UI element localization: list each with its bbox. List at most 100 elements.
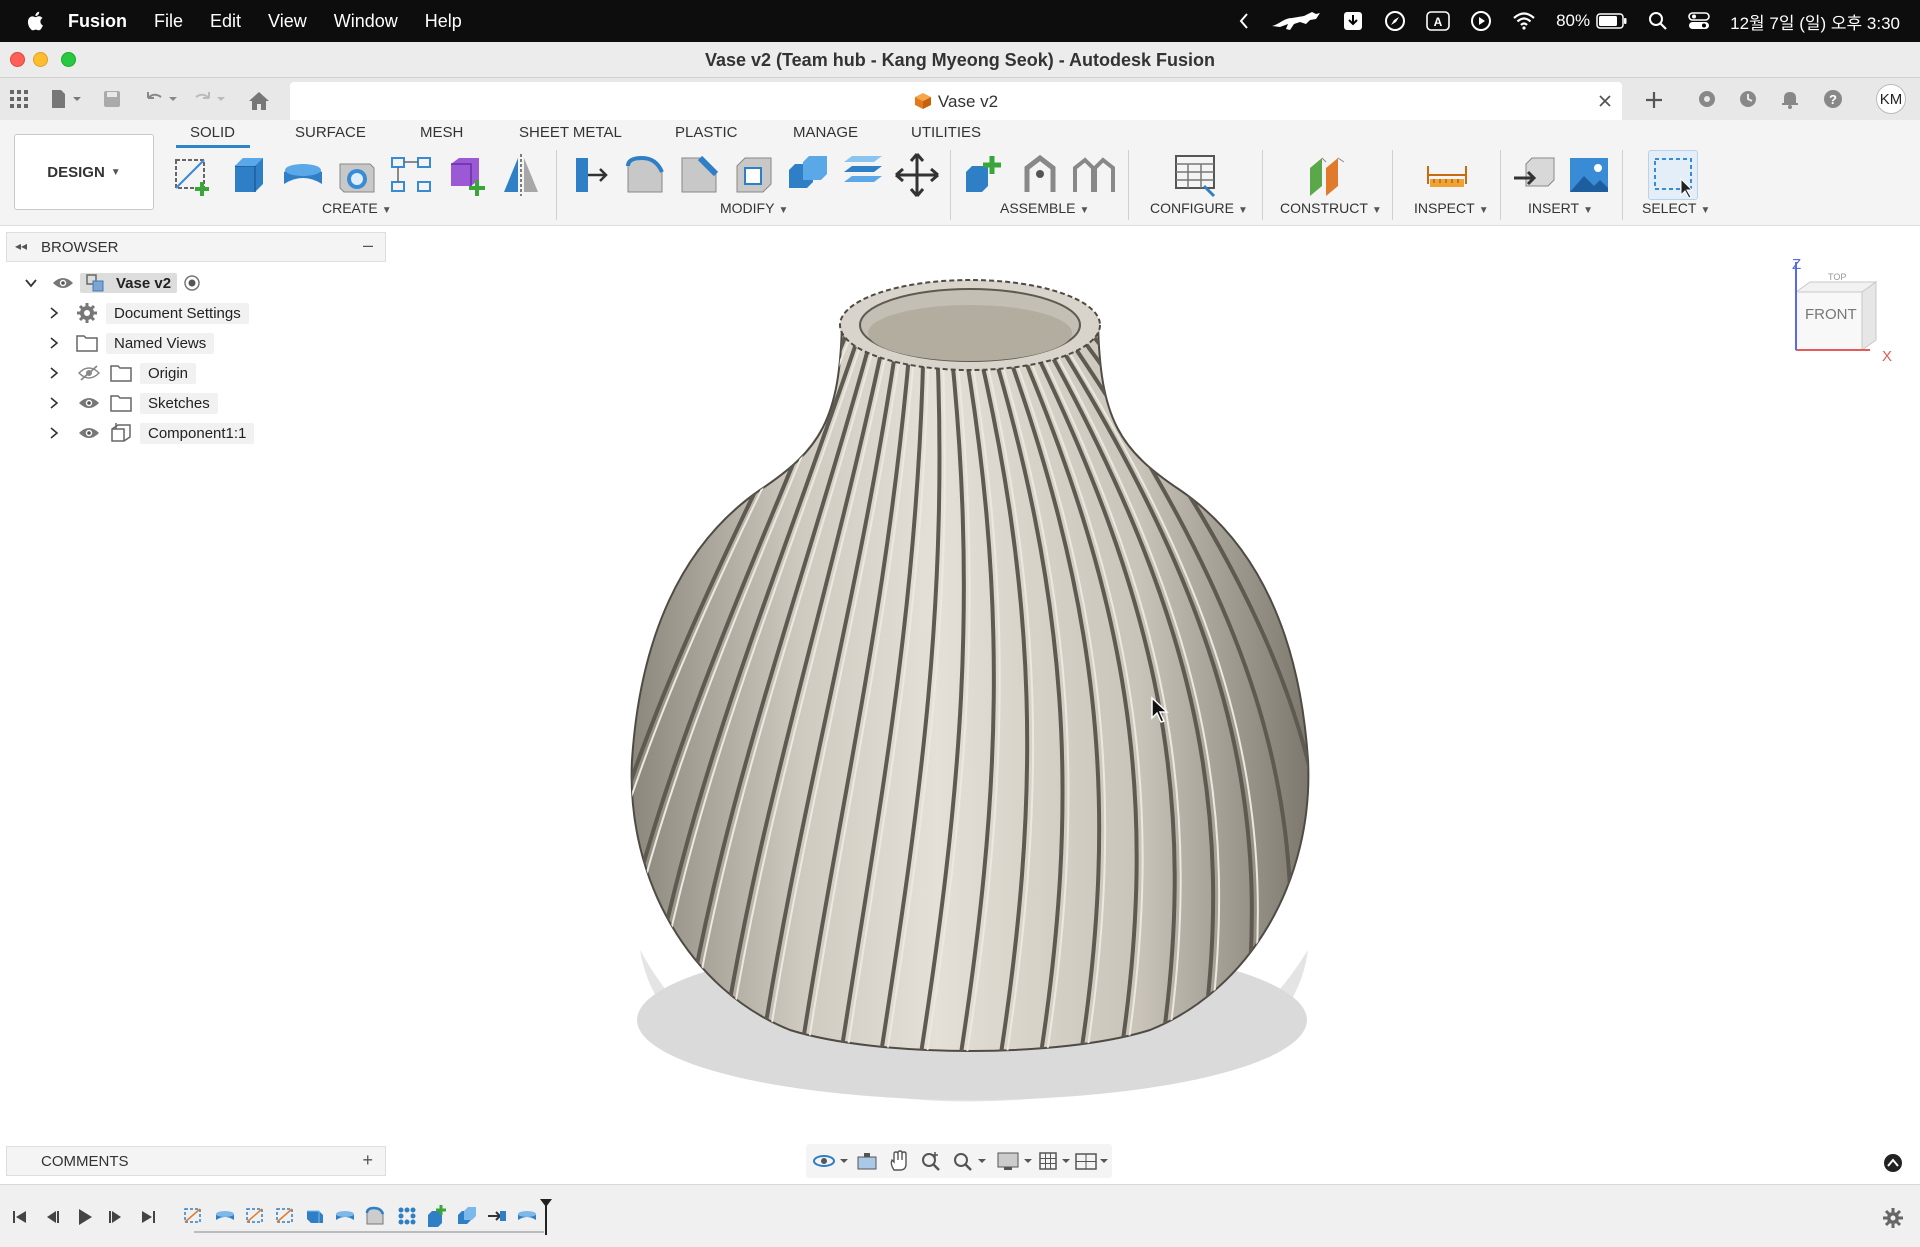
view-cube-top-label[interactable]: TOP [1828, 272, 1846, 282]
canvas-image-icon[interactable] [1566, 152, 1612, 198]
fit-zoom-icon[interactable] [952, 1150, 988, 1172]
menu-app-name[interactable]: Fusion [68, 11, 127, 32]
timeline-revolve-feature-icon[interactable] [516, 1205, 538, 1227]
timeline-sketch-feature-icon[interactable] [244, 1205, 266, 1227]
timeline-pattern-feature-icon[interactable] [396, 1205, 418, 1227]
browser-item-document-settings[interactable]: Document Settings [48, 300, 249, 326]
menu-help[interactable]: Help [425, 11, 462, 32]
play-circle-icon[interactable] [1470, 10, 1492, 32]
browser-item-component[interactable]: Component1:1 [48, 420, 255, 446]
activate-radio-icon[interactable] [183, 274, 201, 292]
home-icon[interactable] [248, 91, 270, 111]
view-cube-front-label[interactable]: FRONT [1805, 306, 1857, 323]
eye-hidden-icon[interactable] [78, 365, 100, 381]
timeline-marker-icon[interactable] [538, 1197, 554, 1235]
timeline-sketch-feature-icon[interactable] [182, 1205, 204, 1227]
hole-icon[interactable] [334, 152, 380, 198]
group-select-label[interactable]: SELECT ▼ [1642, 200, 1710, 216]
minimize-panel-icon[interactable]: – [363, 235, 373, 256]
save-icon[interactable] [102, 89, 122, 109]
eye-icon[interactable] [78, 426, 100, 440]
step-forward-icon[interactable] [108, 1209, 124, 1225]
workspace-switcher-button[interactable]: DESIGN ▼ [14, 134, 154, 210]
play-icon[interactable] [76, 1207, 94, 1227]
new-component-icon[interactable] [962, 152, 1008, 198]
timeline-revolve-feature-icon[interactable] [214, 1205, 236, 1227]
input-source-icon[interactable]: A [1426, 11, 1450, 31]
view-cube[interactable]: FRONT TOP Z X [1780, 256, 1900, 368]
eye-icon[interactable] [78, 396, 100, 410]
fillet-icon[interactable] [622, 152, 668, 198]
go-to-start-icon[interactable] [12, 1209, 28, 1225]
viewports-icon[interactable] [1074, 1151, 1112, 1171]
close-tab-icon[interactable] [1598, 94, 1612, 108]
grid-settings-icon[interactable] [1038, 1151, 1074, 1171]
group-inspect-label[interactable]: INSPECT ▼ [1414, 200, 1489, 216]
look-at-icon[interactable] [856, 1151, 878, 1171]
menubar-clock[interactable]: 12월 7일 (일) 오후 3:30 [1730, 9, 1900, 34]
control-center-icon[interactable] [1688, 11, 1710, 31]
extrude-icon[interactable] [225, 152, 271, 198]
orbit-icon[interactable] [812, 1151, 850, 1171]
chevron-right-icon[interactable] [48, 366, 60, 380]
chevron-right-icon[interactable] [48, 396, 60, 410]
extensions-icon[interactable] [1697, 89, 1717, 109]
browser-item-origin[interactable]: Origin [48, 360, 197, 386]
redo-icon[interactable] [192, 89, 230, 109]
compass-icon[interactable] [1384, 10, 1406, 32]
revolve-icon[interactable] [280, 152, 326, 198]
eye-icon[interactable] [52, 276, 74, 290]
select-button[interactable] [1648, 150, 1698, 200]
timeline-sketch-feature-icon[interactable] [274, 1205, 296, 1227]
browser-item-named-views[interactable]: Named Views [48, 330, 215, 356]
configure-table-icon[interactable] [1172, 152, 1218, 198]
user-avatar[interactable]: KM [1876, 84, 1906, 114]
group-create-label[interactable]: CREATE ▼ [322, 200, 392, 216]
press-pull-icon[interactable] [566, 152, 612, 198]
as-built-joint-icon[interactable] [1071, 152, 1117, 198]
document-tab[interactable]: Vase v2 [290, 82, 1622, 120]
timeline-revolve-feature-icon[interactable] [334, 1205, 356, 1227]
joint-icon[interactable] [1017, 152, 1063, 198]
combine-icon[interactable] [785, 152, 831, 198]
add-comment-plus-icon[interactable]: + [362, 1150, 373, 1171]
chevron-left-icon[interactable] [1238, 12, 1250, 30]
menu-view[interactable]: View [268, 11, 307, 32]
collapse-panel-icon[interactable]: ◂◂ [15, 239, 27, 253]
chevron-right-icon[interactable] [48, 306, 60, 320]
wifi-icon[interactable] [1512, 11, 1536, 31]
browser-item-sketches[interactable]: Sketches [48, 390, 218, 416]
timeline-move-feature-icon[interactable] [486, 1205, 508, 1227]
timeline-settings-gear-icon[interactable] [1882, 1207, 1904, 1229]
pan-hand-icon[interactable] [888, 1150, 910, 1172]
browser-root-row[interactable]: Vase v2 [24, 270, 201, 296]
new-tab-plus-icon[interactable] [1644, 90, 1664, 110]
measure-icon[interactable] [1424, 152, 1470, 198]
file-menu-icon[interactable] [50, 89, 84, 109]
tab-mesh[interactable]: MESH [420, 124, 463, 141]
menu-edit[interactable]: Edit [210, 11, 241, 32]
timeline-combine-feature-icon[interactable] [456, 1205, 478, 1227]
data-panel-grid-icon[interactable] [10, 90, 28, 108]
tab-surface[interactable]: SURFACE [295, 124, 366, 141]
tab-manage[interactable]: MANAGE [793, 124, 858, 141]
performance-icon[interactable] [1882, 1152, 1904, 1174]
zoom-icon[interactable] [920, 1150, 942, 1172]
tab-sheet-metal[interactable]: SHEET METAL [519, 124, 622, 141]
menu-window[interactable]: Window [334, 11, 398, 32]
help-icon[interactable]: ? [1823, 89, 1843, 109]
tab-solid[interactable]: SOLID [190, 124, 235, 141]
create-sketch-icon[interactable] [170, 152, 216, 198]
menu-file[interactable]: File [154, 11, 183, 32]
offset-face-icon[interactable] [840, 152, 886, 198]
mirror-icon[interactable] [498, 152, 544, 198]
timeline-fillet-feature-icon[interactable] [364, 1205, 386, 1227]
display-settings-icon[interactable] [996, 1151, 1034, 1171]
group-insert-label[interactable]: INSERT ▼ [1528, 200, 1593, 216]
chevron-down-icon[interactable] [24, 276, 38, 290]
timeline-component-feature-icon[interactable] [426, 1205, 448, 1227]
battery-icon[interactable] [1596, 12, 1628, 30]
timeline-sweep-feature-icon[interactable] [304, 1205, 326, 1227]
insert-derive-icon[interactable] [1512, 152, 1558, 198]
undo-icon[interactable] [144, 89, 182, 109]
